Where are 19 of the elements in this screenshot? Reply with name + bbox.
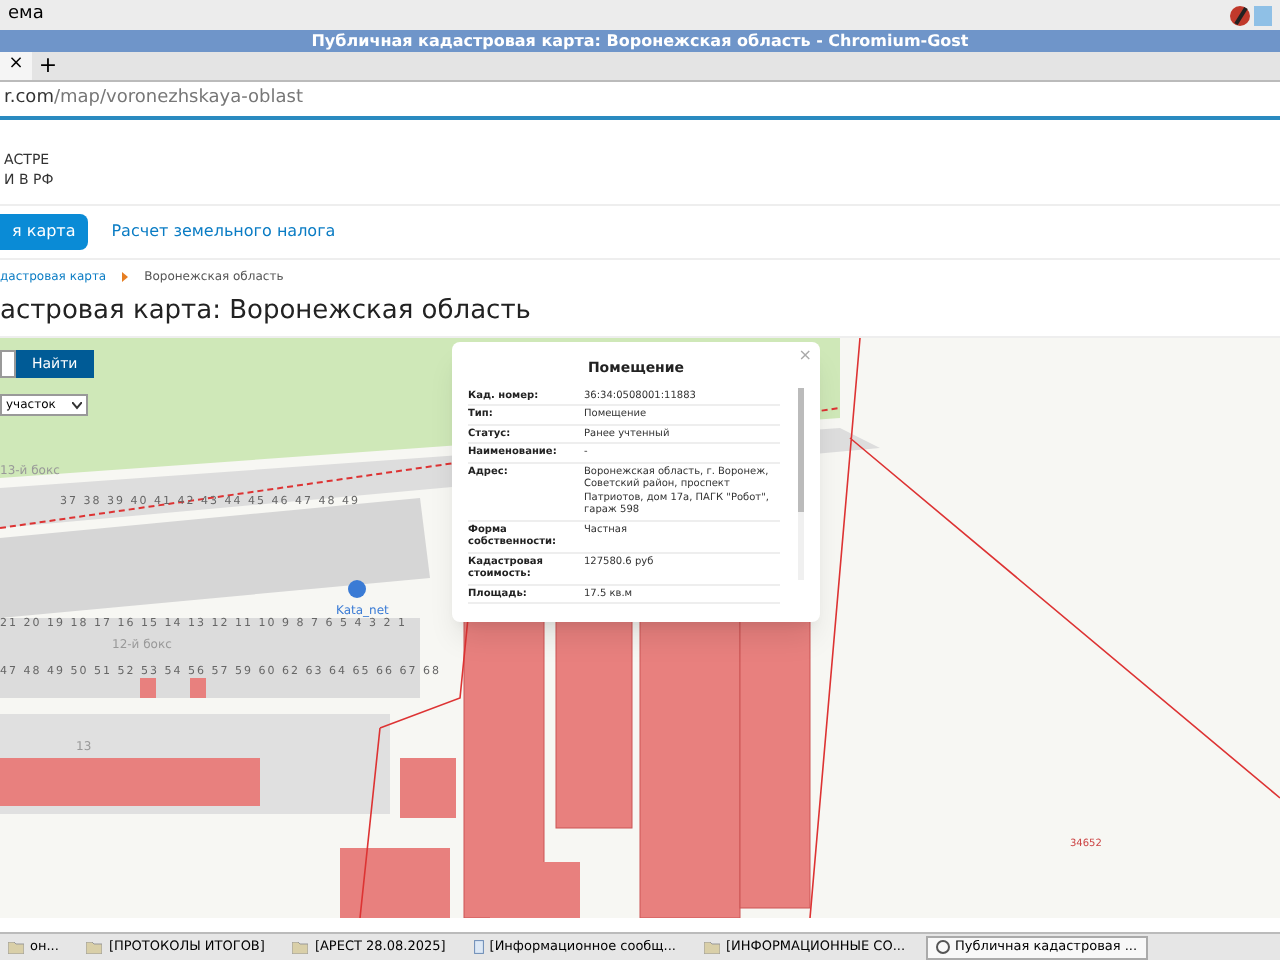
browser-icon xyxy=(935,940,950,954)
nav-link[interactable]: Расчет земельного налога xyxy=(103,220,344,244)
scrollbar[interactable] xyxy=(798,387,804,579)
breadcrumb-separator-icon xyxy=(122,271,129,281)
search-field[interactable] xyxy=(0,350,16,378)
window-title: Публичная кадастровая карта: Воронежская область - Chromium-Gost xyxy=(0,30,1280,52)
document-icon xyxy=(473,940,484,954)
folder-icon xyxy=(704,941,720,953)
menu-label[interactable]: ема xyxy=(8,1,44,29)
app-icon[interactable] xyxy=(1228,3,1272,27)
address-bar[interactable]: r.com/map/voronezhskaya-oblast xyxy=(0,82,1280,120)
chevron-down-icon xyxy=(71,401,82,409)
nav-link[interactable]: я карта xyxy=(0,214,88,250)
folder-icon xyxy=(86,941,103,953)
page-heading: астровая карта: Воронежская область xyxy=(0,294,533,330)
browser-tab[interactable]: × xyxy=(0,52,32,80)
new-tab-button[interactable]: + xyxy=(32,52,64,80)
folder-icon xyxy=(292,941,309,953)
folder-icon xyxy=(8,941,24,953)
